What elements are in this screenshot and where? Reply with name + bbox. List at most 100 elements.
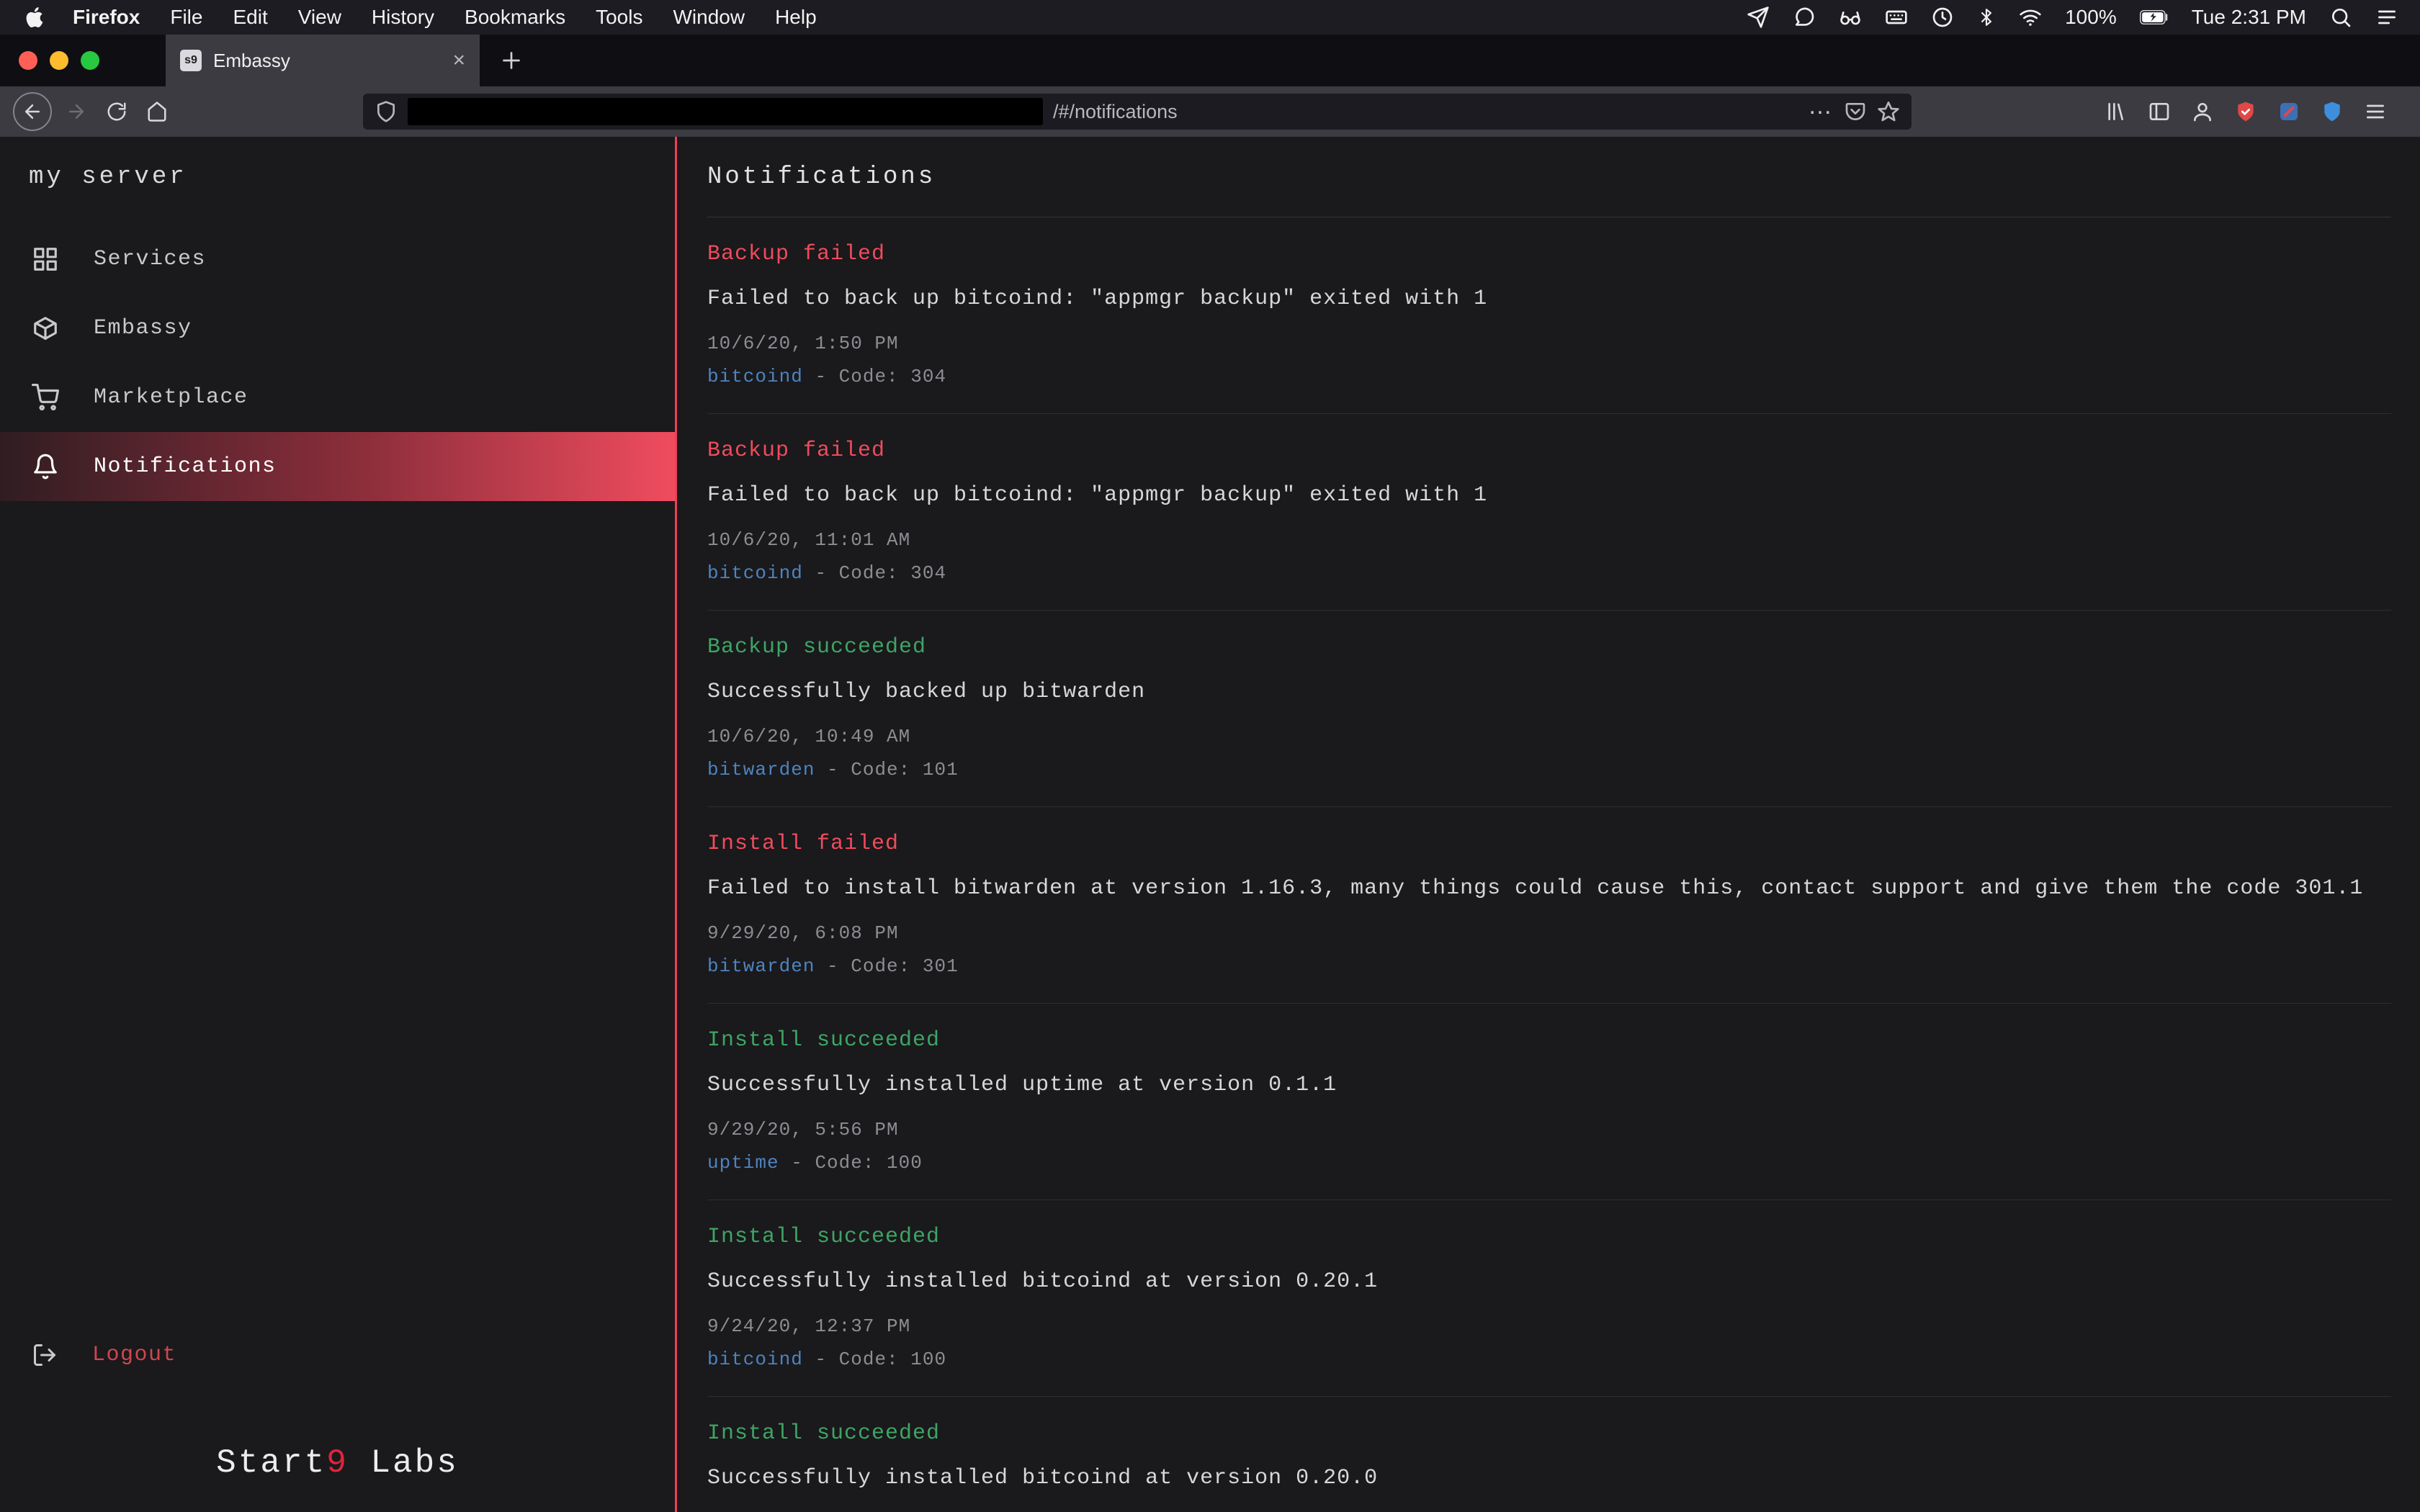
notification-timestamp: 9/24/20, 12:37 PM bbox=[707, 1315, 2391, 1337]
sidebar-item-notifications[interactable]: Notifications bbox=[0, 432, 675, 501]
apple-menu[interactable] bbox=[22, 7, 58, 27]
notification-message: Failed to install bitwarden at version 1… bbox=[707, 876, 2391, 901]
apple-icon bbox=[26, 7, 43, 27]
clock-icon[interactable] bbox=[1931, 6, 1954, 29]
account-button[interactable] bbox=[2187, 96, 2218, 127]
notification-timestamp: 10/6/20, 10:49 AM bbox=[707, 726, 2391, 747]
logout-button[interactable]: Logout bbox=[32, 1342, 176, 1368]
notification-title: Install succeeded bbox=[707, 1225, 2391, 1249]
bell-icon bbox=[32, 453, 59, 480]
wifi-icon[interactable] bbox=[2019, 6, 2042, 29]
bookmark-star-icon[interactable] bbox=[1877, 100, 1900, 123]
page-actions-icon[interactable]: … bbox=[1808, 102, 1834, 122]
notification-message: Successfully installed bitcoind at versi… bbox=[707, 1269, 2391, 1294]
zoom-window-button[interactable] bbox=[81, 51, 99, 70]
extension-red-shield-icon[interactable] bbox=[2230, 96, 2262, 127]
sidebar-item-marketplace[interactable]: Marketplace bbox=[0, 363, 675, 432]
notification-item: Backup succeeded Successfully backed up … bbox=[707, 611, 2391, 807]
menu-view[interactable]: View bbox=[283, 6, 357, 29]
sidebar: my server Services Embassy Marketplace N… bbox=[0, 137, 675, 1512]
notification-title: Install succeeded bbox=[707, 1028, 2391, 1053]
notification-item: Install succeeded Successfully installed… bbox=[707, 1004, 2391, 1200]
chat-icon[interactable] bbox=[1793, 6, 1816, 29]
notification-timestamp: 10/6/20, 11:01 AM bbox=[707, 529, 2391, 551]
notification-title: Backup succeeded bbox=[707, 635, 2391, 660]
notification-meta: bitwarden - Code: 301 bbox=[707, 955, 2391, 977]
battery-percent: 100% bbox=[2065, 6, 2117, 29]
sidebar-item-label: Services bbox=[94, 247, 206, 271]
minimize-window-button[interactable] bbox=[50, 51, 68, 70]
notification-item: Install succeeded Successfully installed… bbox=[707, 1200, 2391, 1397]
new-tab-button[interactable] bbox=[498, 48, 524, 73]
notification-service-link[interactable]: bitcoind bbox=[707, 1349, 803, 1370]
notification-title: Backup failed bbox=[707, 242, 2391, 266]
cube-icon bbox=[32, 315, 59, 342]
notifications-list: Backup failed Failed to back up bitcoind… bbox=[707, 217, 2391, 1512]
notification-timestamp: 9/29/20, 6:08 PM bbox=[707, 922, 2391, 944]
notification-item: Backup failed Failed to back up bitcoind… bbox=[707, 414, 2391, 611]
sidebar-toggle-button[interactable] bbox=[2143, 96, 2175, 127]
close-window-button[interactable] bbox=[19, 51, 37, 70]
extension-blue-shield-icon[interactable] bbox=[2316, 96, 2348, 127]
sidebar-item-services[interactable]: Services bbox=[0, 225, 675, 294]
battery-icon bbox=[2140, 10, 2169, 24]
tab-embassy[interactable]: s9 Embassy × bbox=[166, 35, 480, 86]
close-tab-icon[interactable]: × bbox=[452, 50, 465, 71]
notification-message: Successfully installed uptime at version… bbox=[707, 1073, 2391, 1097]
forward-button[interactable] bbox=[60, 96, 92, 127]
notification-message: Failed to back up bitcoind: "appmgr back… bbox=[707, 287, 2391, 311]
macos-menubar: Firefox File Edit View History Bookmarks… bbox=[0, 0, 2420, 35]
menu-bookmarks[interactable]: Bookmarks bbox=[449, 6, 581, 29]
menu-history[interactable]: History bbox=[357, 6, 449, 29]
notification-title: Install succeeded bbox=[707, 1421, 2391, 1446]
notification-meta: bitwarden - Code: 101 bbox=[707, 759, 2391, 780]
menu-edit[interactable]: Edit bbox=[218, 6, 282, 29]
brand-nine: 9 bbox=[326, 1444, 349, 1482]
notification-code: - Code: 101 bbox=[827, 759, 959, 780]
pocket-save-icon[interactable] bbox=[1844, 100, 1867, 123]
tab-title: Embassy bbox=[213, 50, 441, 72]
start9-labs-logo: Start9 Labs bbox=[0, 1444, 675, 1482]
menu-firefox[interactable]: Firefox bbox=[58, 6, 155, 29]
library-button[interactable] bbox=[2100, 96, 2132, 127]
sidebar-item-label: Marketplace bbox=[94, 385, 248, 410]
glasses-icon[interactable] bbox=[1839, 6, 1862, 29]
sidebar-item-embassy[interactable]: Embassy bbox=[0, 294, 675, 363]
notification-service-link[interactable]: bitcoind bbox=[707, 562, 803, 584]
extension-container-icon[interactable] bbox=[2273, 96, 2305, 127]
menu-window[interactable]: Window bbox=[658, 6, 760, 29]
menu-list-icon[interactable] bbox=[2375, 6, 2398, 29]
menu-file[interactable]: File bbox=[155, 6, 218, 29]
menu-tools[interactable]: Tools bbox=[581, 6, 658, 29]
notification-timestamp: 9/29/20, 5:56 PM bbox=[707, 1119, 2391, 1140]
notification-item: Backup failed Failed to back up bitcoind… bbox=[707, 217, 2391, 414]
hamburger-menu-icon[interactable] bbox=[2360, 96, 2391, 127]
notification-code: - Code: 301 bbox=[827, 955, 959, 977]
notification-meta: bitcoind - Code: 100 bbox=[707, 1349, 2391, 1370]
notification-message: Failed to back up bitcoind: "appmgr back… bbox=[707, 483, 2391, 508]
back-button[interactable] bbox=[13, 92, 52, 131]
tracking-protection-shield-icon[interactable] bbox=[375, 100, 398, 123]
menubar-clock: Tue 2:31 PM bbox=[2192, 6, 2306, 29]
menu-help[interactable]: Help bbox=[760, 6, 832, 29]
telegram-icon[interactable] bbox=[1747, 6, 1770, 29]
keyboard-icon[interactable] bbox=[1885, 6, 1908, 29]
search-icon[interactable] bbox=[2329, 6, 2352, 29]
notification-service-link[interactable]: bitwarden bbox=[707, 759, 815, 780]
tab-favicon: s9 bbox=[180, 50, 202, 71]
bluetooth-icon[interactable] bbox=[1977, 8, 1996, 27]
notification-service-link[interactable]: bitwarden bbox=[707, 955, 815, 977]
cart-icon bbox=[32, 384, 59, 411]
grid-icon bbox=[32, 246, 59, 273]
notification-service-link[interactable]: uptime bbox=[707, 1152, 779, 1174]
notification-code: - Code: 100 bbox=[815, 1349, 946, 1370]
url-bar[interactable]: /#/notifications … bbox=[363, 94, 1912, 130]
browser-tab-bar: s9 Embassy × bbox=[0, 35, 2420, 86]
home-button[interactable] bbox=[141, 96, 173, 127]
notification-meta: uptime - Code: 100 bbox=[707, 1152, 2391, 1174]
reload-button[interactable] bbox=[101, 96, 133, 127]
sidebar-item-label: Embassy bbox=[94, 316, 192, 341]
notification-service-link[interactable]: bitcoind bbox=[707, 366, 803, 387]
notification-code: - Code: 304 bbox=[815, 562, 946, 584]
sidebar-item-label: Notifications bbox=[94, 454, 277, 479]
